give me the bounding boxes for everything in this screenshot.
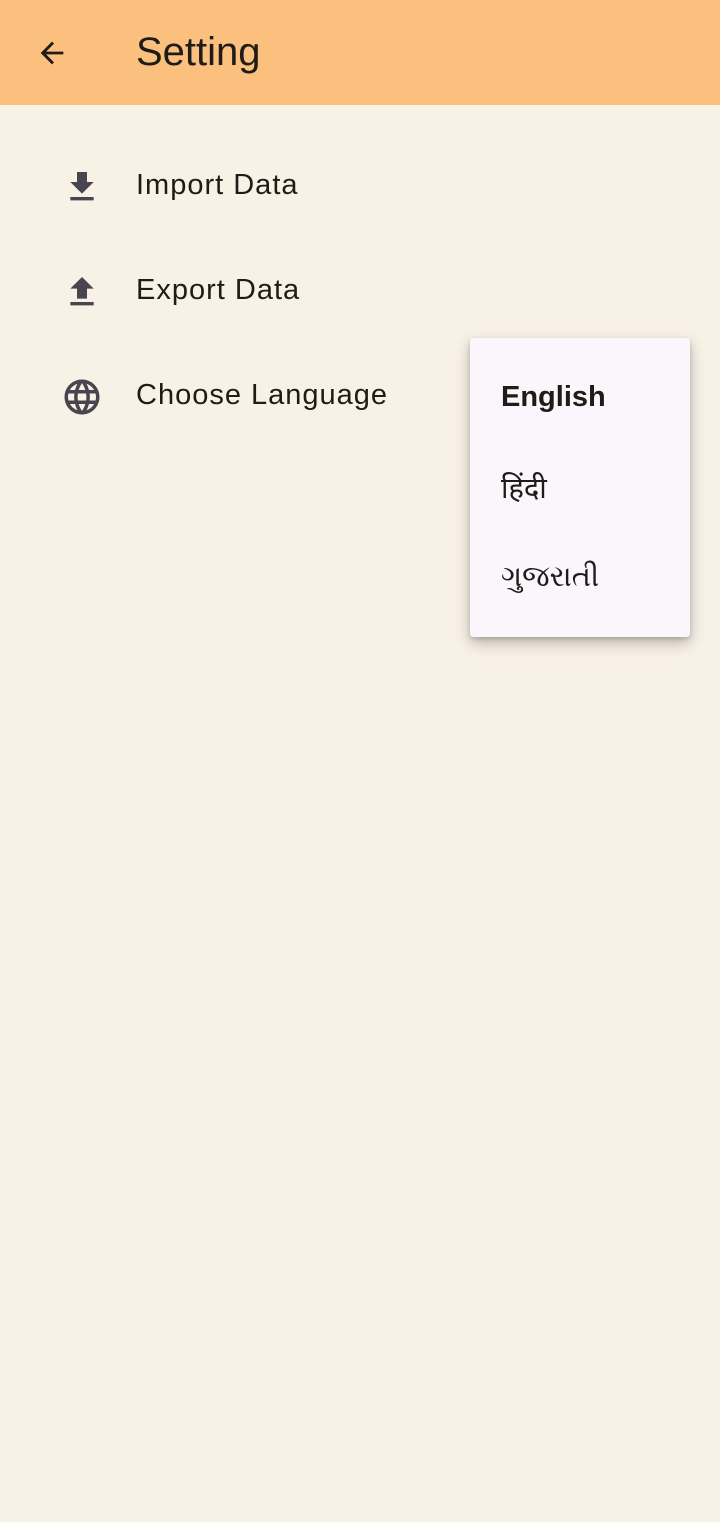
language-dropdown-menu: English हिंदी ગુજરાતી [470, 338, 690, 637]
back-button[interactable] [24, 25, 80, 81]
settings-item-label: Choose Language [136, 379, 389, 411]
app-bar: Setting [0, 0, 720, 105]
arrow-back-icon [40, 41, 64, 65]
language-option-hindi[interactable]: हिंदी [470, 442, 690, 532]
settings-item-import-data[interactable]: Import Data [0, 134, 720, 239]
page-title: Setting [136, 30, 261, 74]
language-option-label: ગુજરાતી [501, 560, 600, 593]
language-option-english[interactable]: English [470, 352, 690, 442]
download-icon [60, 165, 104, 209]
language-option-gujarati[interactable]: ગુજરાતી [470, 532, 690, 622]
language-option-label: हिंदी [501, 472, 547, 505]
globe-icon [60, 375, 104, 419]
language-option-label: English [501, 380, 606, 413]
settings-item-label: Import Data [136, 169, 299, 201]
settings-item-export-data[interactable]: Export Data [0, 239, 720, 344]
upload-icon [60, 270, 104, 314]
settings-item-label: Export Data [136, 274, 301, 306]
